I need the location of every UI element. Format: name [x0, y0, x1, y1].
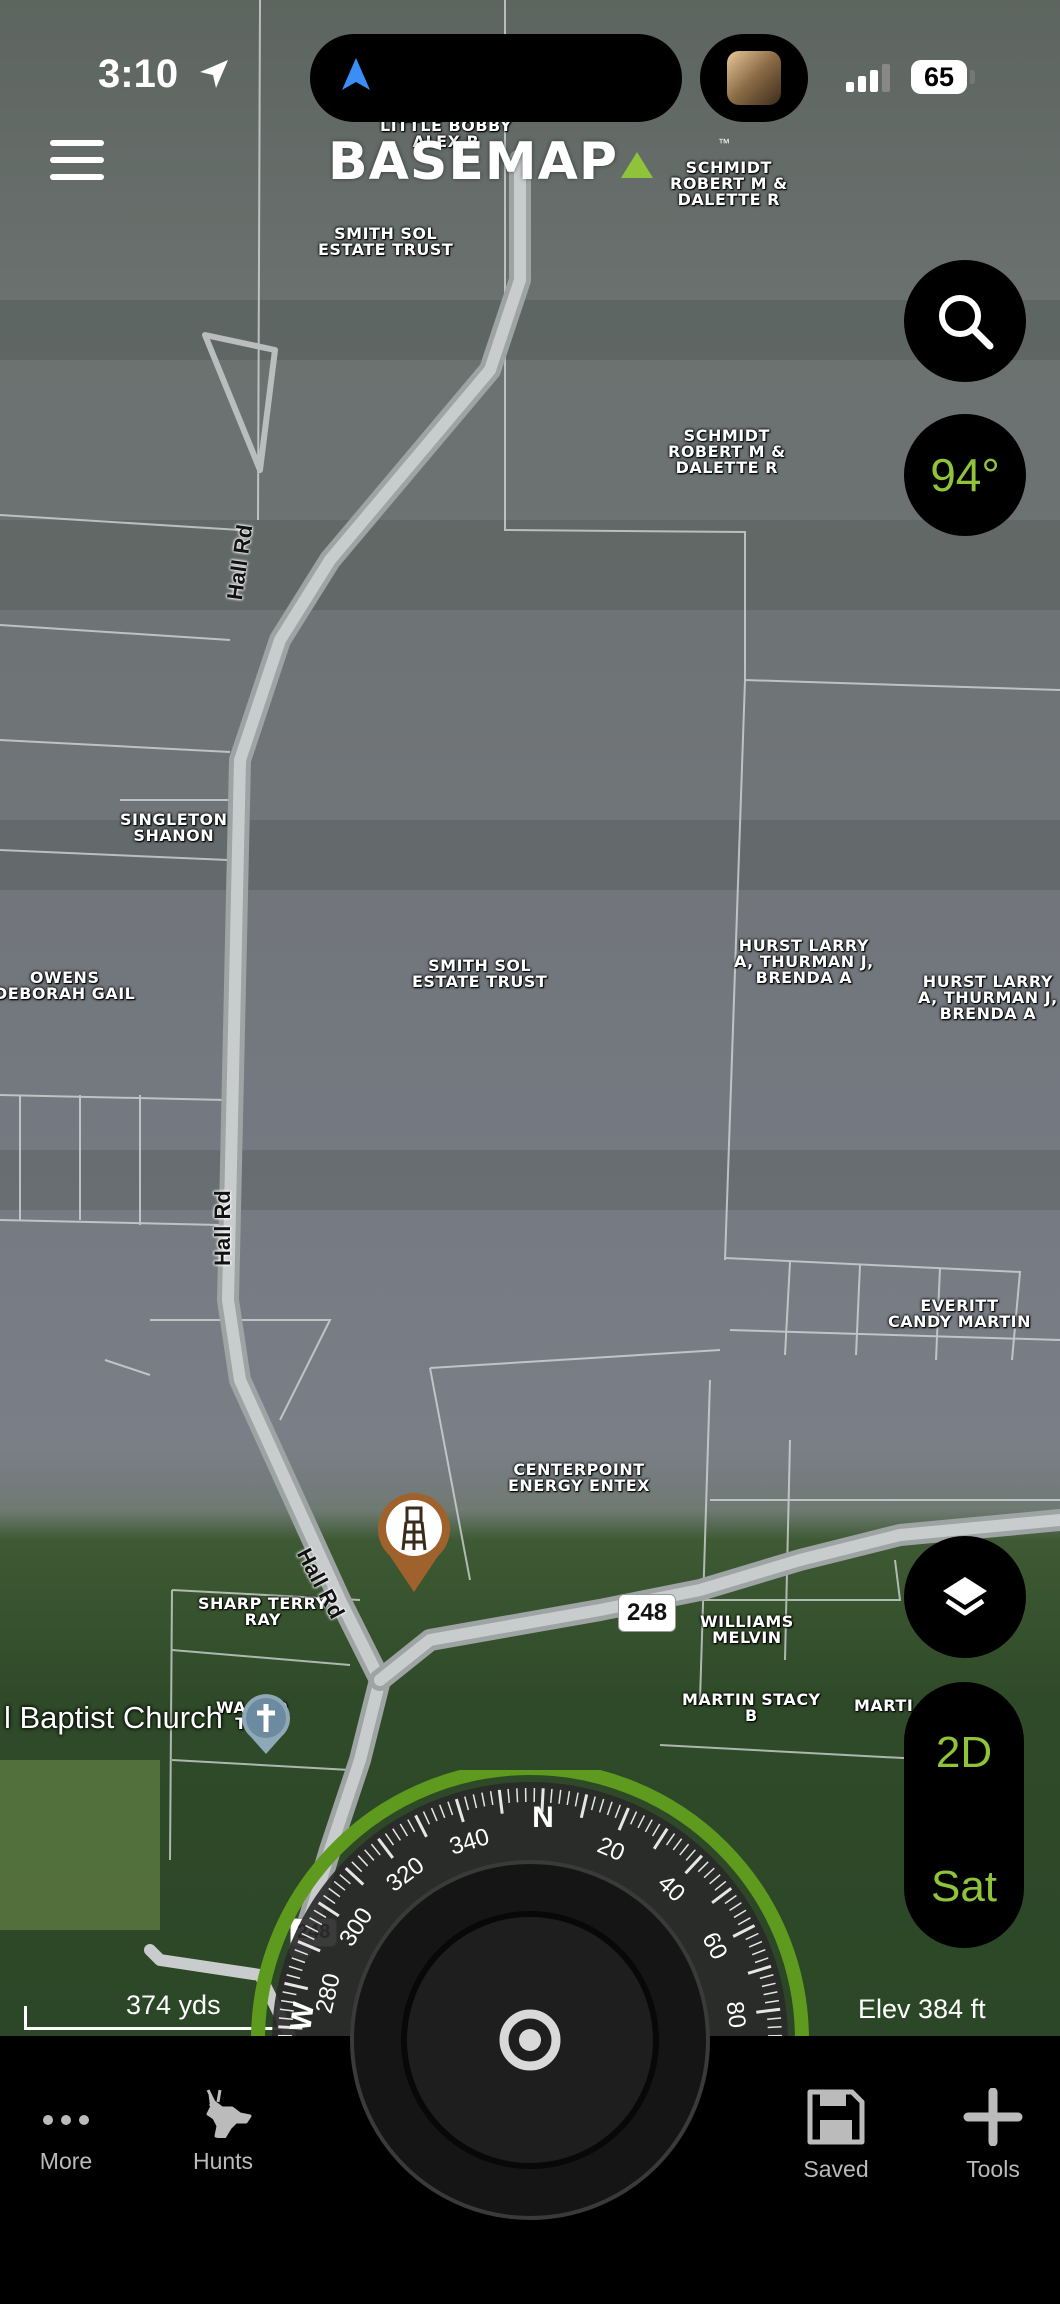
live-activity-app[interactable]	[700, 34, 808, 122]
plus-icon	[963, 2088, 1023, 2146]
app-thumbnail	[727, 51, 781, 105]
parcel-label: CENTERPOINT ENERGY ENTEX	[508, 1460, 651, 1495]
search-icon	[939, 295, 994, 350]
search-button[interactable]	[904, 260, 1026, 382]
nav-tools[interactable]: Tools	[933, 2088, 1053, 2183]
nav-saved-label: Saved	[803, 2156, 869, 2182]
location-arrow-icon	[196, 56, 232, 97]
route-248-shield: 248	[618, 1594, 677, 1632]
nav-more[interactable]: More	[6, 2088, 126, 2175]
signal-icon	[846, 64, 890, 97]
view-mode-toggle[interactable]: 2D Sat	[904, 1682, 1024, 1948]
parcel-label: OWENS DEBORAH GAIL	[0, 968, 136, 1003]
church-label: l Baptist Church	[4, 1700, 223, 1735]
parcel-label: SINGLETON SHANON	[120, 810, 228, 845]
parcel-label: SCHMIDT ROBERT M & DALETTE R	[668, 426, 786, 477]
nav-tools-label: Tools	[966, 2156, 1020, 2182]
nav-hunts-label: Hunts	[192, 2148, 254, 2174]
menu-icon[interactable]	[50, 140, 104, 180]
more-dots-icon	[43, 2115, 89, 2125]
scale-label: 374 yds	[126, 1990, 221, 2020]
mode-sat[interactable]: Sat	[904, 1862, 1024, 1912]
nav-hunts[interactable]: Hunts	[163, 2088, 283, 2175]
road-label-hall-rd: Hall Rd	[210, 1190, 235, 1266]
battery-tip	[970, 70, 975, 84]
mode-2d[interactable]: 2D	[904, 1728, 1024, 1778]
logo-trademark: ™	[718, 136, 730, 150]
route-248-shield: 248	[290, 1918, 338, 1947]
satellite-map[interactable]: LITTLE BOBBY ALEX R SCHMIDT ROBERT M & D…	[0, 0, 1060, 2036]
parcel-label: HURST LARRY A, THURMAN J, BRENDA A	[918, 972, 1058, 1023]
parcel-label: WILLIAMS MELVIN	[700, 1612, 794, 1647]
parcel-label: MARTI	[854, 1696, 914, 1715]
weather-button[interactable]: 94°	[904, 414, 1026, 536]
logo-peak-icon	[621, 152, 653, 183]
status-time: 3:10	[98, 52, 179, 96]
app-logo: BASEMAP	[328, 132, 618, 192]
compass-knob[interactable]	[350, 1860, 710, 2220]
parcel-label: SMITH SOL ESTATE TRUST	[412, 956, 548, 991]
battery-level: 65	[911, 60, 967, 94]
parcel-label: MARTIN STACY B	[682, 1690, 821, 1725]
church-icon[interactable]	[238, 1694, 294, 1761]
temperature: 94°	[930, 449, 1000, 501]
parcel-label: SMITH SOL ESTATE TRUST	[318, 224, 454, 259]
save-disk-icon	[807, 2089, 865, 2145]
parcel-label: HURST LARRY A, THURMAN J, BRENDA A	[734, 936, 874, 987]
nav-more-label: More	[39, 2148, 93, 2174]
parcel-label: EVERITT CANDY MARTIN	[888, 1296, 1031, 1331]
nav-saved[interactable]: Saved	[776, 2088, 896, 2183]
navigation-icon	[340, 56, 372, 97]
parcel-label: SHARP TERRY RAY	[198, 1594, 328, 1629]
parcel-label: SCHMIDT ROBERT M & DALETTE R	[670, 158, 788, 209]
layers-icon	[943, 1577, 987, 1616]
dynamic-island	[310, 34, 682, 122]
layers-button[interactable]	[904, 1536, 1026, 1658]
elevation-readout: Elev 384 ft	[858, 1994, 986, 2024]
deer-icon	[206, 2089, 252, 2138]
tree-stand-pin-icon[interactable]	[376, 1490, 452, 1599]
